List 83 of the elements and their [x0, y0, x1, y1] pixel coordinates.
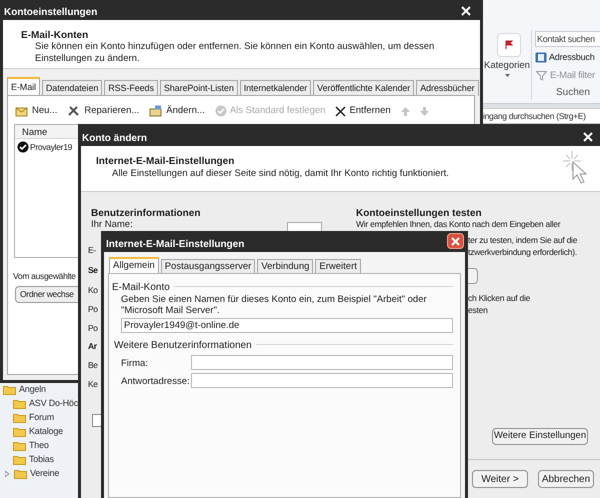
- search-field[interactable]: ingang durchsuchen (Strg+E): [482, 108, 600, 124]
- close-icon: [583, 132, 593, 142]
- change-folder-button[interactable]: Ordner wechse: [15, 286, 78, 303]
- tab[interactable]: Postausgangsserver: [160, 259, 256, 274]
- tab[interactable]: Verbindung: [257, 259, 314, 274]
- toolbar-button[interactable]: Neu...: [15, 104, 58, 118]
- close-button[interactable]: [447, 233, 464, 249]
- folder-icon: [14, 469, 27, 479]
- label-fragment: Ko: [88, 285, 98, 295]
- check-icon: [214, 105, 227, 118]
- label-fragment: Ke: [88, 379, 98, 389]
- dialog-description: Sie können ein Konto hinzufügen oder entfernen. Sie können ein Konto auswählen, um dessen Einstellungen zu ändern.: [35, 41, 436, 65]
- close-icon: [451, 236, 460, 246]
- text-fragment: esten: [468, 305, 488, 315]
- account-name-field[interactable]: Provayler1949@t-online.de: [121, 318, 453, 333]
- folder-icon: [13, 427, 26, 437]
- column-header: Name: [22, 126, 48, 140]
- folder-icon: [13, 399, 26, 409]
- dialog-button[interactable]: Weiter >: [472, 470, 528, 488]
- field-label: Firma:: [121, 357, 148, 371]
- field-label: Antwortadresse:: [121, 375, 190, 389]
- section-heading: Kontoeinstellungen testen: [356, 207, 482, 220]
- label-fragment: Be: [88, 360, 98, 370]
- toolbar-button[interactable]: Reparieren...: [67, 104, 140, 118]
- folder-item[interactable]: Angeln: [19, 383, 46, 397]
- text-field[interactable]: [191, 355, 453, 370]
- folder-icon: [13, 455, 26, 465]
- contact-search-field[interactable]: Kontakt suchen: [535, 31, 600, 47]
- folder-icon: [13, 413, 26, 423]
- text-field[interactable]: [191, 373, 453, 388]
- label-fragment: Po: [88, 304, 98, 314]
- label-fragment: E-: [88, 245, 96, 255]
- dialog-heading: Internet-E-Mail-Einstellungen: [96, 155, 234, 169]
- filter-icon: [536, 71, 547, 82]
- address-book-button[interactable]: Adressbuch: [549, 51, 595, 64]
- categories-label: Kategorien: [484, 59, 530, 73]
- categories-button[interactable]: [497, 33, 521, 57]
- tab[interactable]: Internetkalender: [240, 80, 312, 96]
- tab[interactable]: E-Mail: [7, 77, 40, 96]
- group-label: Suchen: [556, 86, 590, 100]
- field-label: Ihr Name:: [91, 219, 133, 230]
- toolbar-button[interactable]: Entfernen: [335, 104, 391, 118]
- more-settings-button[interactable]: Weitere Einstellungen: [492, 428, 588, 445]
- tab[interactable]: Adressbücher: [416, 80, 479, 96]
- expand-icon: [5, 471, 9, 477]
- tab[interactable]: Datendateien: [42, 80, 102, 96]
- hint-text: Geben Sie einen Namen für dieses Konto ein, zum Beispiel "Arbeit" oder "Microsoft Mail Server".: [121, 294, 428, 316]
- folder-item[interactable]: Forum: [29, 411, 54, 425]
- label-fragment: Se: [88, 265, 98, 275]
- dialog-button[interactable]: Abbrechen: [538, 470, 594, 488]
- text-fragment: ch Klicken auf die: [468, 293, 530, 303]
- label-fragment: Ar: [88, 341, 97, 351]
- tab[interactable]: SharePoint-Listen: [160, 80, 238, 96]
- folder-item[interactable]: Theo: [29, 439, 49, 453]
- footer-text: Vom ausgewählte: [13, 270, 76, 283]
- window-title: Konto ändern: [82, 132, 147, 146]
- tab[interactable]: RSS-Feeds: [104, 80, 158, 96]
- caret-icon: [505, 74, 510, 77]
- text-fragment: ter zu testen, indem Sie auf die: [468, 235, 578, 245]
- section-heading: Benutzerinformationen: [91, 207, 200, 220]
- account-name[interactable]: Provayler19: [30, 141, 72, 154]
- close-icon: [335, 106, 346, 117]
- window-title: Internet-E-Mail-Einstellungen: [106, 238, 244, 252]
- tab[interactable]: Erweitert: [315, 259, 361, 274]
- folder-item[interactable]: Kataloge: [29, 425, 63, 439]
- name-field[interactable]: [287, 222, 322, 232]
- tab[interactable]: Veröffentlichte Kalender: [313, 80, 414, 96]
- dialog-heading: E-Mail-Konten: [21, 29, 88, 42]
- folder-item[interactable]: Vereine: [30, 467, 60, 481]
- close-icon: [461, 6, 471, 16]
- flag-icon: [504, 40, 514, 50]
- folder-icon: [3, 385, 16, 395]
- folder-item[interactable]: Tobias: [29, 453, 54, 467]
- address-book-icon: [535, 52, 547, 64]
- window-title: Kontoeinstellungen: [4, 6, 98, 20]
- dialog-description: Alle Einstellungen auf dieser Seite sind nötig, damit Ihr Konto richtig funktioniert.: [112, 167, 449, 181]
- tab[interactable]: Allgemein: [109, 257, 159, 274]
- folder-icon: [13, 441, 26, 451]
- text-fragment: Wir empfehlen Ihnen, das Konto nach dem Eingeben aller: [356, 219, 560, 229]
- toolbar-button[interactable]: Ändern...: [149, 104, 205, 118]
- label-fragment: Po: [88, 323, 98, 333]
- folder-item[interactable]: ASV Do-Höc: [29, 397, 78, 411]
- text-fragment: tzwerkverbindung erforderlich).: [468, 247, 577, 257]
